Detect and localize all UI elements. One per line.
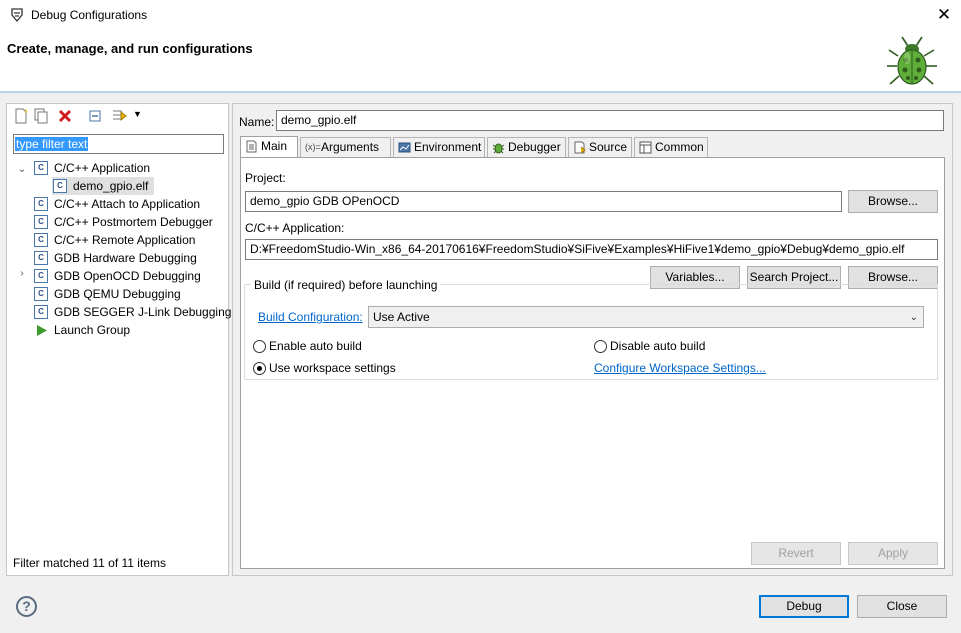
cpp-app-icon: C (34, 233, 48, 247)
close-button[interactable]: Close (857, 595, 947, 618)
build-configuration-link[interactable]: Build Configuration: (258, 310, 363, 324)
tab-label: Arguments (321, 140, 380, 154)
tab-source[interactable]: Source (568, 137, 632, 157)
config-toolbar: ▼ (7, 104, 228, 130)
filter-input[interactable]: type filter text (13, 134, 224, 154)
tab-debugger[interactable]: Debugger (487, 137, 566, 157)
tab-label: Environment (414, 140, 482, 154)
apply-button[interactable]: Apply (848, 542, 938, 565)
cpp-app-icon: C (34, 215, 48, 229)
configuration-editor-panel: Name: demo_gpio.elf Main (x)= Arguments … (232, 103, 953, 576)
disable-auto-build-radio[interactable] (594, 340, 607, 353)
tree-item-label: GDB SEGGER J-Link Debugging (54, 305, 232, 319)
tree-item-label: GDB Hardware Debugging (54, 251, 197, 265)
cpp-app-icon: C (34, 197, 48, 211)
revert-button[interactable]: Revert (751, 542, 841, 565)
tree-item-label: C/C++ Application (54, 161, 151, 175)
bug-icon (887, 36, 937, 85)
build-group-title: Build (if required) before launching (251, 278, 441, 292)
source-tab-icon (574, 141, 586, 154)
tree-item-label: C/C++ Attach to Application (54, 197, 201, 211)
tab-environment[interactable]: Environment (393, 137, 485, 157)
cpp-app-icon: C (34, 161, 48, 175)
filter-dropdown-icon[interactable]: ▼ (133, 109, 142, 119)
filter-status: Filter matched 11 of 11 items (13, 556, 166, 570)
tab-label: Common (655, 140, 704, 154)
main-tab-icon (246, 140, 257, 153)
filter-icon[interactable] (112, 108, 128, 124)
project-field[interactable]: demo_gpio GDB OPenOCD (245, 191, 842, 212)
delete-icon[interactable] (57, 108, 73, 124)
tab-label: Source (589, 140, 628, 154)
tree-item-label: C/C++ Postmortem Debugger (54, 215, 213, 229)
tree-item-label: demo_gpio.elf (73, 179, 149, 193)
configuration-list-panel: ▼ type filter text ⌄ C C/C++ Application… (6, 103, 232, 576)
name-label: Name: (239, 115, 275, 129)
debug-button[interactable]: Debug (759, 595, 849, 618)
configure-workspace-settings-link[interactable]: Configure Workspace Settings... (594, 361, 766, 375)
close-window-button[interactable]: ✕ (930, 3, 958, 27)
tree-item-label: C/C++ Remote Application (54, 233, 196, 247)
main-tab-content: Project: demo_gpio GDB OPenOCD Browse...… (240, 157, 945, 569)
title-bar: Debug Configurations ✕ (0, 0, 961, 31)
disable-auto-build-label: Disable auto build (610, 339, 706, 353)
cpp-app-icon: C (34, 251, 48, 265)
help-icon[interactable]: ? (16, 596, 37, 617)
application-label: C/C++ Application: (245, 221, 345, 235)
filter-input-text: type filter text (15, 137, 89, 151)
cpp-app-icon: C (34, 269, 48, 283)
build-configuration-select[interactable]: Use Active ⌄ (368, 306, 924, 328)
chevron-down-icon: ⌄ (909, 312, 918, 323)
config-tabs: Main (x)= Arguments Environment Debugger… (240, 136, 945, 158)
enable-auto-build-label: Enable auto build (269, 339, 362, 353)
common-tab-icon (639, 141, 652, 154)
expand-arrow-icon[interactable]: › (17, 268, 27, 279)
cpp-app-icon: C (34, 305, 48, 319)
launch-group-icon (37, 325, 47, 336)
debugger-tab-icon (492, 143, 505, 154)
debug-icon (11, 8, 23, 23)
collapse-arrow-icon[interactable]: ⌄ (17, 164, 27, 175)
project-browse-button[interactable]: Browse... (848, 190, 938, 213)
environment-tab-icon (398, 142, 411, 153)
duplicate-icon[interactable] (33, 108, 49, 124)
enable-auto-build-radio[interactable] (253, 340, 266, 353)
tab-arguments[interactable]: (x)= Arguments (300, 137, 391, 157)
arguments-tab-icon: (x)= (305, 142, 321, 152)
tree-item-label: GDB QEMU Debugging (54, 287, 181, 301)
application-field[interactable]: D:¥FreedomStudio-Win_x86_64-20170616¥Fre… (245, 239, 938, 260)
banner-heading: Create, manage, and run configurations (7, 41, 253, 56)
build-configuration-value: Use Active (373, 310, 430, 324)
tab-main[interactable]: Main (240, 136, 298, 158)
tab-label: Debugger (508, 140, 561, 154)
cpp-config-icon: C (53, 179, 67, 193)
window-title: Debug Configurations (31, 8, 148, 22)
cpp-app-icon: C (34, 287, 48, 301)
name-field[interactable]: demo_gpio.elf (276, 110, 944, 131)
use-workspace-settings-label: Use workspace settings (269, 361, 396, 375)
tree-item-label: Launch Group (54, 323, 131, 337)
dialog-banner: Create, manage, and run configurations (0, 31, 961, 93)
tab-common[interactable]: Common (634, 137, 708, 157)
new-configuration-icon[interactable] (13, 108, 29, 124)
project-label: Project: (245, 171, 286, 185)
tab-label: Main (261, 139, 288, 153)
tree-item-label: GDB OpenOCD Debugging (54, 269, 201, 283)
collapse-all-icon[interactable] (88, 108, 104, 124)
use-workspace-settings-radio[interactable] (253, 362, 266, 375)
